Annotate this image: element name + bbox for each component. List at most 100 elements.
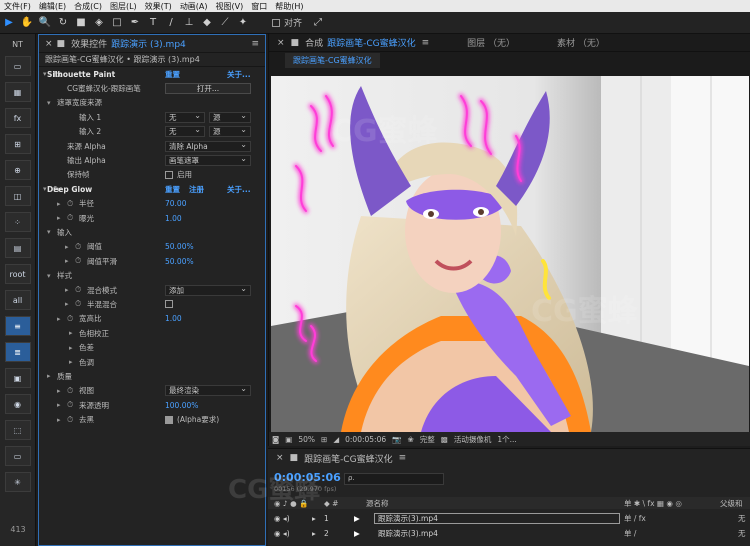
effect-property-row[interactable]: 输出 Alpha 画笔遮罩 [39, 153, 265, 167]
car-icon[interactable]: ▭ [4, 56, 31, 76]
effect-property-row[interactable]: CG蜜蜂汉化-跟踪画笔 打开... [39, 81, 265, 95]
timeline-menu-icon[interactable]: ≡ [399, 453, 407, 463]
layer-switches[interactable]: 单 / fx [624, 513, 646, 524]
rectangle-tool-icon[interactable]: □ [109, 15, 125, 31]
source-dropdown[interactable]: 源 [209, 111, 251, 123]
all-folder-icon[interactable]: all [4, 290, 31, 310]
menu-view[interactable]: 视图(V) [212, 1, 248, 12]
property-value[interactable]: 50.00% [165, 242, 194, 251]
layer-viewer-tab[interactable]: 图层 （无） [467, 36, 515, 49]
panel-lock-icon[interactable]: ■ [290, 453, 299, 463]
open-button[interactable]: 打开... [165, 83, 251, 95]
twirl-icon[interactable]: ▸ [57, 315, 61, 323]
composition-menu-icon[interactable]: ≡ [422, 38, 430, 48]
snapshot-icon[interactable]: 📷 [392, 435, 401, 444]
effect-property-row[interactable]: ▸ ⏱ 去黑 (Alpha要求) [39, 412, 265, 426]
property-dropdown[interactable]: 最终渲染 [165, 384, 251, 397]
effect-property-row[interactable]: 来源 Alpha 清除 Alpha [39, 139, 265, 153]
effect-property-row[interactable]: ▸ ⏱ 阈值平滑 50.00% [39, 254, 265, 268]
property-checkbox[interactable] [165, 300, 173, 309]
layer-switches[interactable]: 单 / [624, 528, 636, 539]
spark-icon[interactable]: ✳ [4, 472, 31, 492]
layers-icon[interactable]: ▦ [4, 82, 31, 102]
effect-link[interactable]: 关于... [227, 69, 251, 80]
list-icon[interactable]: ≡ [4, 316, 31, 336]
menu-composition[interactable]: 合成(C) [70, 1, 106, 12]
layer-parent[interactable]: 无 [738, 528, 746, 539]
timeline-search-input[interactable]: ρ. [344, 473, 444, 485]
twirl-icon[interactable]: ▸ [57, 401, 61, 409]
effect-header-row[interactable]: ▾ fx Deep Glow 重置 注册 关于... [39, 182, 265, 196]
effect-property-row[interactable]: ▸ 色相校正 [39, 326, 265, 340]
stopwatch-icon[interactable]: ⏱ [75, 256, 81, 266]
add-layer-icon[interactable]: ⊞ [4, 134, 31, 154]
layer-name[interactable]: 跟踪演示(3).mp4 [378, 528, 438, 539]
parent-column[interactable]: 父级和 [720, 498, 743, 509]
stopwatch-icon[interactable]: ⏱ [75, 242, 81, 252]
effect-property-row[interactable]: ▸ ⏱ 来源透明 100.00% [39, 398, 265, 412]
menu-edit[interactable]: 编辑(E) [35, 1, 70, 12]
expand-arrow-icon[interactable]: ▸ [312, 514, 316, 523]
window-icon[interactable]: ▣ [4, 368, 31, 388]
property-dropdown[interactable]: 清除 Alpha [165, 140, 251, 152]
effect-link[interactable]: 重置 [165, 184, 180, 195]
source-name-column[interactable]: 源名称 [366, 498, 389, 509]
camera-icon[interactable]: ◉ [4, 394, 31, 414]
effect-property-row[interactable]: ▸ 色差 [39, 340, 265, 354]
zoom-tool-icon[interactable]: 🔍 [37, 15, 53, 31]
snap-checkbox[interactable] [272, 18, 280, 27]
twirl-icon[interactable]: ▸ [69, 329, 73, 337]
property-value[interactable]: 1.00 [165, 214, 182, 223]
footage-viewer-tab[interactable]: 素材 （无） [557, 36, 605, 49]
property-value[interactable]: 50.00% [165, 257, 194, 266]
current-time-display[interactable]: 0:00:05:06 [345, 435, 386, 444]
stopwatch-icon[interactable]: ⏱ [67, 213, 73, 223]
effect-link[interactable]: 重置 [165, 69, 180, 80]
effect-link[interactable]: 注册 [189, 184, 204, 195]
expand-arrow-icon[interactable]: ▸ [312, 529, 316, 538]
snap-toggle[interactable]: 对齐 [272, 16, 302, 29]
effect-property-row[interactable]: ▸ ⏱ 宽高比 1.00 [39, 312, 265, 326]
stopwatch-icon[interactable]: ⏱ [75, 285, 81, 295]
layer-name[interactable]: 跟踪演示(3).mp4 [378, 513, 438, 524]
panel-close-icon[interactable]: × [277, 38, 285, 48]
stopwatch-icon[interactable]: ⏱ [67, 386, 73, 396]
clone-stamp-tool-icon[interactable]: ⊥ [181, 15, 197, 31]
root-folder-icon[interactable]: root [4, 264, 31, 284]
link-icon[interactable]: ◫ [4, 186, 31, 206]
visibility-eye-icon[interactable]: ◉ ◂) [274, 529, 290, 538]
property-value[interactable]: 100.00% [165, 401, 198, 410]
effect-property-row[interactable]: ▸ ⏱ 半径 70.00 [39, 197, 265, 211]
type-tool-icon[interactable]: T [145, 15, 161, 31]
panel-lock-icon[interactable]: ■ [291, 38, 300, 48]
align-icon[interactable]: ≣ [4, 342, 31, 362]
twirl-icon[interactable]: ▸ [65, 243, 69, 251]
menu-file[interactable]: 文件(F) [0, 1, 35, 12]
effect-property-row[interactable]: ▸ 色调 [39, 355, 265, 369]
effect-property-row[interactable]: ▸ ⏱ 曝光 1.00 [39, 211, 265, 225]
effect-property-row[interactable]: 输入 1 无源 [39, 110, 265, 124]
composition-viewer[interactable]: CG蜜蜂 CG蜜蜂 [271, 76, 749, 432]
menu-layer[interactable]: 图层(L) [106, 1, 141, 12]
menu-effect[interactable]: 效果(T) [141, 1, 176, 12]
timeline-current-time[interactable]: 0:00:05:06 [274, 471, 341, 484]
effect-property-row[interactable]: ▸ ⏱ 阈值 50.00% [39, 240, 265, 254]
stopwatch-icon[interactable]: ⏱ [75, 299, 81, 309]
twirl-icon[interactable]: ▸ [65, 300, 69, 308]
twirl-icon[interactable]: ▸ [69, 358, 73, 366]
panel-close-icon[interactable]: × [276, 453, 284, 463]
resolution-grid-icon[interactable]: ⊞ [321, 435, 327, 444]
effect-property-row[interactable]: ▾ 样式 [39, 268, 265, 282]
menu-animation[interactable]: 动画(A) [176, 1, 212, 12]
twirl-icon[interactable]: ▸ [57, 416, 61, 424]
twirl-icon[interactable]: ▾ [47, 99, 51, 107]
layer-dropdown[interactable]: 无 [165, 125, 205, 138]
visibility-eye-icon[interactable]: ◉ ◂) [274, 514, 290, 523]
layer-dropdown[interactable]: 无 [165, 111, 205, 123]
layer-parent[interactable]: 无 [738, 513, 746, 524]
twirl-icon[interactable]: ▾ [47, 228, 51, 236]
eraser-tool-icon[interactable]: ◆ [199, 15, 215, 31]
always-preview-icon[interactable]: ◙ [272, 435, 279, 444]
source-dropdown[interactable]: 源 [209, 125, 251, 138]
effect-controls-layer-name[interactable]: 跟踪演示 (3).mp4 [111, 37, 186, 50]
